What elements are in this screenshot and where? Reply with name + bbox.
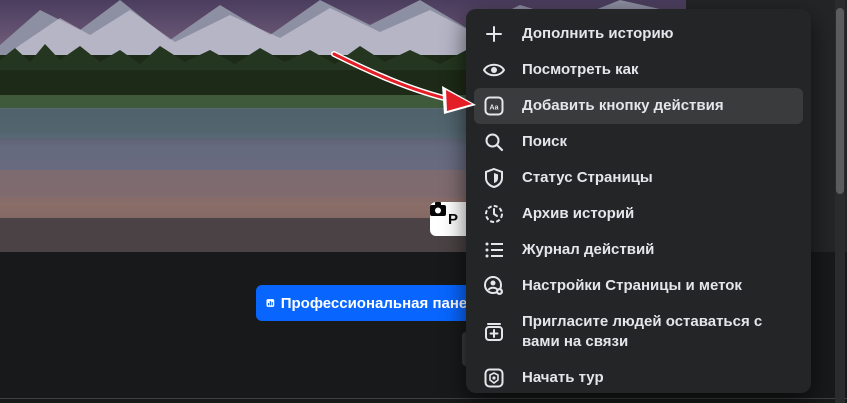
menu-item-label: Журнал действий [522,241,655,258]
menu-item-search[interactable]: Поиск [474,124,803,160]
menu-item-activity-log[interactable]: Журнал действий [474,232,803,268]
menu-item-add-action-button[interactable]: Aa Добавить кнопку действия [474,88,803,124]
menu-item-add-story[interactable]: Дополнить историю [474,16,803,52]
menu-item-page-settings[interactable]: Настройки Страницы и меток [474,268,803,304]
professional-dashboard-button[interactable]: Профессиональная панель [256,285,486,321]
eye-icon [482,58,506,82]
menu-item-view-as[interactable]: Посмотреть как [474,52,803,88]
menu-item-label: Статус Страницы [522,169,653,186]
menu-item-page-status[interactable]: Статус Страницы [474,160,803,196]
menu-item-label: Посмотреть как [522,61,639,78]
user-settings-icon [482,274,506,298]
dashboard-chart-icon [266,299,275,307]
camera-icon [430,202,446,216]
annotation-arrow-icon [331,51,476,114]
search-icon [482,130,506,154]
action-button-icon: Aa [482,94,506,118]
invite-icon [482,320,506,344]
svg-text:Aa: Aa [490,105,499,112]
divider [0,398,847,399]
professional-dashboard-label: Профессиональная панель [280,294,486,312]
menu-item-label: Дополнить историю [522,25,674,42]
plus-icon [482,22,506,46]
menu-item-label: Пригласите людей оставаться с вами на св… [522,313,763,350]
menu-item-label: Поиск [522,133,568,150]
archive-clock-icon [482,202,506,226]
tour-icon [482,366,506,390]
menu-item-label: Настройки Страницы и меток [522,277,742,294]
page-options-menu: Дополнить историю Посмотреть как Aa Доба… [466,9,811,393]
menu-item-label: Начать тур [522,369,604,386]
menu-item-label: Архив историй [522,205,635,222]
shield-icon [482,166,506,190]
menu-item-story-archive[interactable]: Архив историй [474,196,803,232]
scrollbar-thumb[interactable] [836,8,844,194]
list-icon [482,238,506,262]
menu-item-label: Добавить кнопку действия [522,97,724,114]
menu-item-invite-people[interactable]: Пригласите людей оставаться с вами на св… [474,304,803,360]
edit-cover-label: Р [448,210,459,228]
menu-item-start-tour[interactable]: Начать тур [474,360,803,396]
